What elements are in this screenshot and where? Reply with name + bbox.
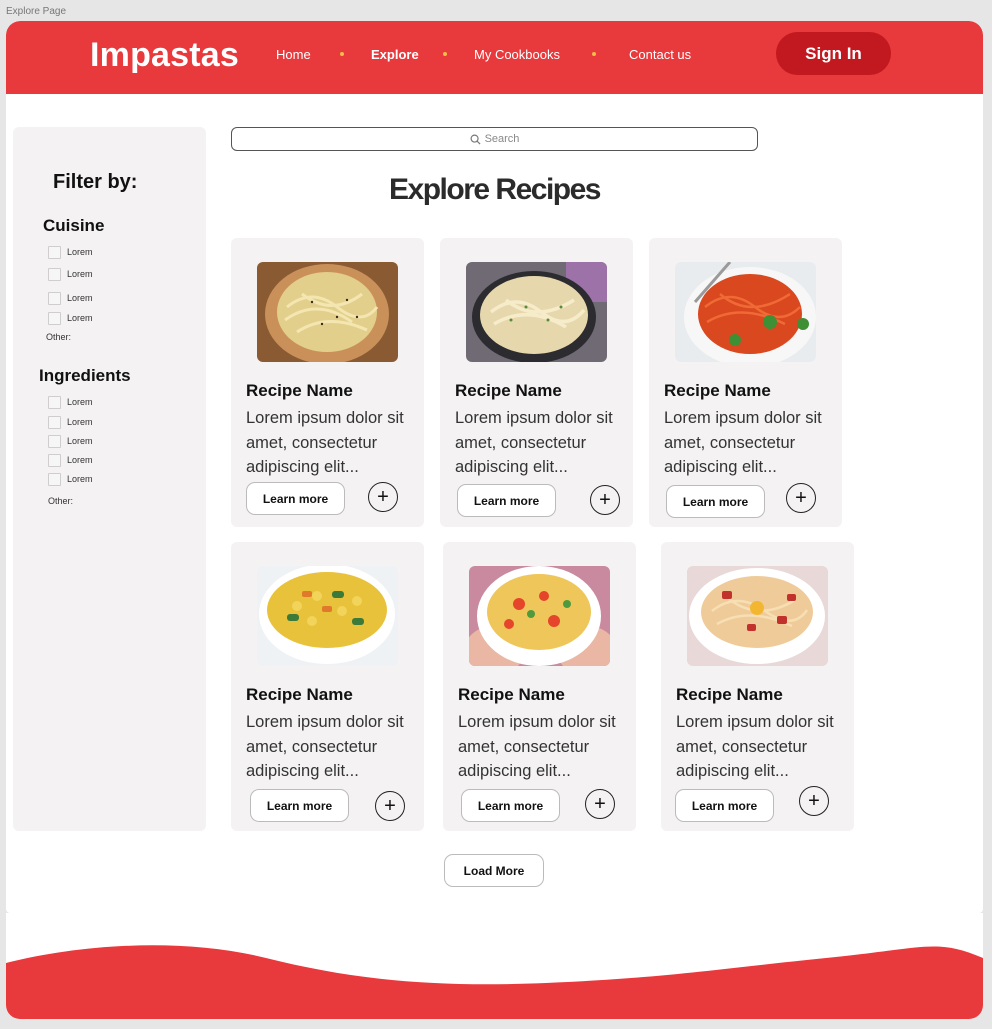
checkbox-label: Lorem	[67, 313, 93, 323]
ingredient-option[interactable]: Lorem	[48, 453, 93, 467]
checkbox[interactable]	[48, 291, 61, 305]
cuisine-section-title: Cuisine	[43, 216, 105, 235]
search-placeholder: Search	[484, 133, 520, 145]
footer-wave	[6, 945, 983, 1019]
recipe-image-pasta-vegetable-bowl[interactable]	[469, 566, 610, 666]
recipe-card[interactable]: Recipe Name Lorem ipsum dolor sit amet, …	[649, 238, 842, 527]
add-recipe-button[interactable]: +	[375, 791, 405, 821]
load-more-button[interactable]: Load More	[444, 854, 544, 887]
header: Impastas Home Explore My Cookbooks Conta…	[6, 21, 983, 94]
checkbox[interactable]	[48, 311, 61, 325]
recipe-name: Recipe Name	[664, 381, 771, 400]
recipe-card[interactable]: Recipe Name Lorem ipsum dolor sit amet, …	[661, 542, 854, 831]
sign-in-button[interactable]: Sign In	[776, 32, 891, 75]
recipe-card[interactable]: Recipe Name Lorem ipsum dolor sit amet, …	[443, 542, 636, 831]
search-input[interactable]: Search	[231, 127, 758, 151]
recipe-card[interactable]: Recipe Name Lorem ipsum dolor sit amet, …	[440, 238, 633, 527]
search-icon	[470, 134, 481, 145]
ingredients-section-title: Ingredients	[39, 366, 131, 385]
checkbox-label: Lorem	[67, 436, 93, 446]
cuisine-option[interactable]: Lorem	[48, 267, 93, 281]
checkbox-label: Lorem	[67, 247, 93, 257]
recipe-name: Recipe Name	[246, 381, 353, 400]
ingredient-option[interactable]: Lorem	[48, 434, 93, 448]
recipe-name: Recipe Name	[246, 685, 353, 704]
nav-my-cookbooks[interactable]: My Cookbooks	[474, 47, 560, 62]
recipe-description: Lorem ipsum dolor sit amet, consectetur …	[458, 713, 616, 780]
learn-more-button[interactable]: Learn more	[246, 482, 345, 515]
footer	[6, 913, 983, 1019]
ingredient-option[interactable]: Lorem	[48, 395, 93, 409]
learn-more-button[interactable]: Learn more	[461, 789, 560, 822]
nav-contact-us[interactable]: Contact us	[629, 47, 691, 62]
add-recipe-button[interactable]: +	[786, 483, 816, 513]
frame-label: Explore Page	[6, 6, 67, 17]
cuisine-option[interactable]: Lorem	[48, 245, 93, 259]
recipe-image-fettuccine-alfredo[interactable]	[466, 262, 607, 362]
recipe-image-pasta-carbonara[interactable]	[257, 262, 398, 362]
checkbox-label: Lorem	[67, 474, 93, 484]
recipe-image-spaghetti-bacon[interactable]	[687, 566, 828, 666]
checkbox[interactable]	[48, 472, 61, 486]
ingredient-option[interactable]: Lorem	[48, 415, 93, 429]
recipe-description: Lorem ipsum dolor sit amet, consectetur …	[246, 409, 404, 476]
nav-separator-dot	[443, 52, 447, 56]
cuisine-option[interactable]: Lorem	[48, 311, 93, 325]
recipe-image-pasta-salad[interactable]	[257, 566, 398, 666]
learn-more-button[interactable]: Learn more	[666, 485, 765, 518]
checkbox[interactable]	[48, 453, 61, 467]
learn-more-button[interactable]: Learn more	[675, 789, 774, 822]
recipe-name: Recipe Name	[458, 685, 565, 704]
page-title: Explore Recipes	[389, 173, 601, 206]
checkbox[interactable]	[48, 267, 61, 281]
filter-sidebar: Filter by: Cuisine Lorem Lorem Lorem Lor…	[13, 127, 206, 831]
ingredients-other-label[interactable]: Other:	[48, 496, 73, 506]
filter-title: Filter by:	[53, 171, 138, 193]
recipe-image-spaghetti-tomato[interactable]	[675, 262, 816, 362]
add-recipe-button[interactable]: +	[799, 786, 829, 816]
add-recipe-button[interactable]: +	[368, 482, 398, 512]
ingredient-option[interactable]: Lorem	[48, 472, 93, 486]
recipe-description: Lorem ipsum dolor sit amet, consectetur …	[246, 713, 404, 780]
learn-more-button[interactable]: Learn more	[457, 484, 556, 517]
recipe-name: Recipe Name	[676, 685, 783, 704]
add-recipe-button[interactable]: +	[585, 789, 615, 819]
checkbox-label: Lorem	[67, 397, 93, 407]
learn-more-button[interactable]: Learn more	[250, 789, 349, 822]
checkbox-label: Lorem	[67, 293, 93, 303]
checkbox[interactable]	[48, 434, 61, 448]
checkbox[interactable]	[48, 395, 61, 409]
recipe-description: Lorem ipsum dolor sit amet, consectetur …	[664, 409, 822, 476]
cuisine-other-label[interactable]: Other:	[46, 332, 71, 342]
recipe-description: Lorem ipsum dolor sit amet, consectetur …	[676, 713, 834, 780]
add-recipe-button[interactable]: +	[590, 485, 620, 515]
recipe-card[interactable]: Recipe Name Lorem ipsum dolor sit amet, …	[231, 542, 424, 831]
logo[interactable]: Impastas	[90, 36, 239, 75]
recipe-card[interactable]: Recipe Name Lorem ipsum dolor sit amet, …	[231, 238, 424, 527]
checkbox[interactable]	[48, 245, 61, 259]
explore-page: Impastas Home Explore My Cookbooks Conta…	[6, 21, 983, 913]
cuisine-option[interactable]: Lorem	[48, 291, 93, 305]
recipe-name: Recipe Name	[455, 381, 562, 400]
checkbox[interactable]	[48, 415, 61, 429]
checkbox-label: Lorem	[67, 417, 93, 427]
nav-explore[interactable]: Explore	[371, 47, 419, 62]
recipe-description: Lorem ipsum dolor sit amet, consectetur …	[455, 409, 613, 476]
checkbox-label: Lorem	[67, 455, 93, 465]
nav-separator-dot	[340, 52, 344, 56]
nav-home[interactable]: Home	[276, 47, 311, 62]
checkbox-label: Lorem	[67, 269, 93, 279]
nav-separator-dot	[592, 52, 596, 56]
